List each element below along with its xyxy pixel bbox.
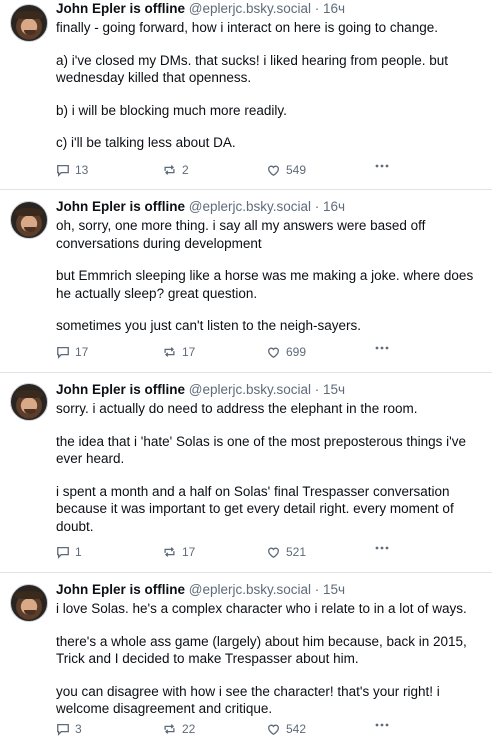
post-body: i love Solas. he's a complex character w… [56,600,478,733]
reply-button[interactable]: 17 [56,345,88,359]
post-paragraph: sorry. i actually do need to address the… [56,401,418,416]
post[interactable]: John Epler is offline @eplerjc.bsky.soci… [0,190,492,373]
post-paragraph: b) i will be blocking much more readily. [56,102,287,118]
repost-count: 17 [182,345,196,359]
reply-count: 1 [75,545,82,559]
post-paragraph: sometimes you just can't listen to the n… [56,318,361,333]
more-options-button[interactable] [374,345,390,351]
author-handle[interactable]: @eplerjc.bsky.social [189,382,311,397]
post-paragraph: but Emmrich sleeping like a horse was me… [56,268,474,301]
speech-bubble-icon [57,546,69,559]
author-handle[interactable]: @eplerjc.bsky.social [189,199,311,214]
post-time[interactable]: 16ч [323,199,345,214]
author-name[interactable]: John Epler is offline [56,582,185,597]
author-name[interactable]: John Epler is offline [56,199,185,214]
speech-bubble-icon [57,723,69,736]
ellipsis-icon [375,723,389,727]
like-button[interactable]: 549 [266,163,306,177]
post-actions: 1 17 521 [56,545,478,561]
heart-icon [268,165,279,177]
like-count: 521 [286,545,307,559]
more-options-button[interactable] [374,163,390,169]
separator-dot: · [311,382,324,397]
post-body: finally - going forward, how i interact … [56,19,478,167]
avatar[interactable] [10,4,48,42]
post-paragraph: you can disagree with how i see the char… [56,683,440,717]
post[interactable]: John Epler is offline @eplerjc.bsky.soci… [0,573,492,750]
post-body: oh, sorry, one more thing. i say all my … [56,217,478,350]
speech-bubble-icon [57,346,69,359]
speech-bubble-icon [57,164,69,177]
post-header: John Epler is offline @eplerjc.bsky.soci… [56,199,345,215]
repost-count: 2 [182,163,189,177]
post-paragraph: the idea that i 'hate' Solas is one of t… [56,433,466,467]
like-count: 699 [286,345,307,359]
repost-arrows-icon [164,347,175,357]
post-paragraph: finally - going forward, how i interact … [56,20,438,35]
like-button[interactable]: 521 [266,545,306,559]
like-button[interactable]: 542 [266,722,306,736]
post[interactable]: John Epler is offline @eplerjc.bsky.soci… [0,373,492,573]
more-options-button[interactable] [374,545,390,551]
author-name[interactable]: John Epler is offline [56,1,185,16]
heart-icon [268,347,279,359]
post-time[interactable]: 16ч [323,1,345,16]
reply-count: 3 [75,722,82,736]
post[interactable]: John Epler is offline @eplerjc.bsky.soci… [0,0,492,190]
heart-icon [268,547,279,559]
author-handle[interactable]: @eplerjc.bsky.social [189,582,311,597]
repost-button[interactable]: 17 [162,345,195,359]
post-header: John Epler is offline @eplerjc.bsky.soci… [56,1,345,17]
post-actions: 3 22 542 [56,722,478,738]
reply-count: 13 [75,163,89,177]
like-count: 549 [286,163,307,177]
repost-arrows-icon [164,165,175,175]
ellipsis-icon [375,546,389,550]
post-paragraph: c) i'll be talking less about DA. [56,135,236,150]
repost-count: 17 [182,545,196,559]
post-paragraph: i spent a month and a half on Solas' fin… [56,483,454,534]
repost-count: 22 [182,722,196,736]
author-handle[interactable]: @eplerjc.bsky.social [189,1,311,16]
post-header: John Epler is offline @eplerjc.bsky.soci… [56,582,345,598]
post-actions: 13 2 549 [56,163,478,179]
post-time[interactable]: 15ч [323,382,345,397]
author-name[interactable]: John Epler is offline [56,382,185,397]
separator-dot: · [311,582,324,597]
heart-icon [268,724,279,736]
separator-dot: · [311,1,324,16]
post-paragraph: i love Solas. he's a complex character w… [56,601,467,616]
post-time[interactable]: 15ч [323,582,345,597]
avatar[interactable] [10,584,48,622]
more-options-button[interactable] [374,722,390,728]
separator-dot: · [311,199,324,214]
ellipsis-icon [375,346,389,350]
repost-arrows-icon [164,547,175,557]
post-paragraph: a) i've closed my DMs. that sucks! i lik… [56,52,448,86]
post-paragraph: oh, sorry, one more thing. i say all my … [56,218,426,251]
post-body: sorry. i actually do need to address the… [56,400,478,550]
like-button[interactable]: 699 [266,345,306,359]
avatar[interactable] [10,201,48,239]
like-count: 542 [286,722,307,736]
repost-button[interactable]: 2 [162,163,189,177]
post-paragraph: there's a whole ass game (largely) about… [56,633,467,667]
repost-button[interactable]: 17 [162,545,195,559]
ellipsis-icon [375,164,389,168]
reply-button[interactable]: 3 [56,722,82,736]
post-thread: John Epler is offline @eplerjc.bsky.soci… [0,0,492,750]
post-header: John Epler is offline @eplerjc.bsky.soci… [56,382,345,398]
avatar[interactable] [10,383,48,421]
reply-button[interactable]: 1 [56,545,82,559]
reply-button[interactable]: 13 [56,163,88,177]
repost-button[interactable]: 22 [162,722,195,736]
reply-count: 17 [75,345,89,359]
repost-arrows-icon [164,724,175,734]
post-actions: 17 17 699 [56,345,478,361]
